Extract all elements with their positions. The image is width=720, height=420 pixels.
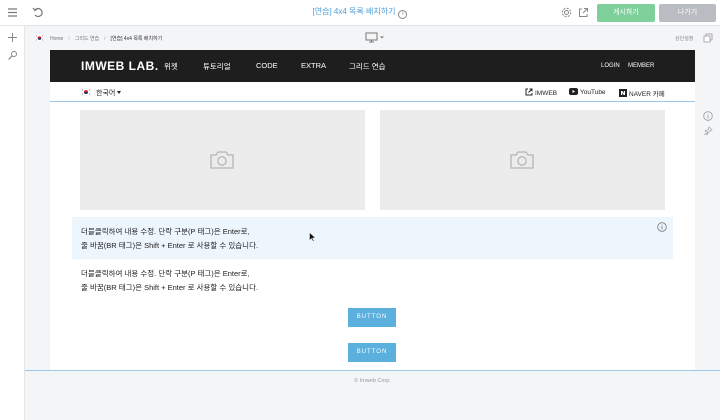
editor-topbar: [연습] 4x4 목록 배치하기 i 게시하기 나가기 bbox=[0, 0, 720, 26]
language-selector[interactable]: 한국어 bbox=[96, 88, 122, 98]
external-link-icon[interactable] bbox=[578, 7, 589, 18]
wrench-icon[interactable] bbox=[7, 50, 18, 61]
youtube-link[interactable]: YouTube bbox=[569, 88, 606, 96]
nav-item-code[interactable]: CODE bbox=[256, 61, 278, 70]
breadcrumb-home[interactable]: Home bbox=[50, 36, 63, 42]
breadcrumb-current: [연습] 4x4 목록 배치하기 bbox=[110, 36, 163, 42]
site-logo[interactable]: IMWEB LAB. bbox=[81, 59, 159, 73]
mouse-cursor-icon bbox=[309, 232, 316, 242]
breadcrumb-section[interactable]: 그리드 연습 bbox=[75, 36, 99, 42]
camera-icon bbox=[210, 151, 234, 169]
left-tool-rail bbox=[0, 26, 25, 420]
desktop-icon[interactable] bbox=[365, 32, 385, 43]
info-icon[interactable]: i bbox=[398, 10, 408, 19]
nav-item-tutorial[interactable]: 튜토리얼 bbox=[203, 61, 231, 72]
imweb-link[interactable]: IMWEB bbox=[525, 88, 557, 97]
button-2[interactable]: BUTTON bbox=[348, 343, 396, 362]
text-line: 줄 바꿈(BR 태그)은 Shift + Enter 로 사용할 수 있습니다. bbox=[81, 241, 259, 250]
camera-icon bbox=[510, 151, 534, 169]
site-header: IMWEB LAB. 위젯 튜토리얼 CODE EXTRA 그리드 연습 LOG… bbox=[50, 50, 695, 82]
nav-item-grid-practice[interactable]: 그리드 연습 bbox=[349, 61, 386, 72]
image-placeholder[interactable] bbox=[80, 110, 365, 210]
breadcrumb-bar: Home / 그리드 연습 / [연습] 4x4 목록 배치하기 상단설정 bbox=[25, 26, 720, 50]
youtube-icon bbox=[569, 88, 578, 95]
image-placeholder[interactable] bbox=[380, 110, 665, 210]
text-block-selected[interactable]: 더블클릭하여 내용 수정. 단락 구분(P 태그)은 Enter로, 줄 바꿈(… bbox=[72, 217, 673, 259]
flag-icon bbox=[81, 88, 91, 96]
naver-cafe-link-label: NAVER 카페 bbox=[629, 91, 665, 98]
publish-button[interactable]: 게시하기 bbox=[597, 4, 655, 22]
nav-item-widget[interactable]: 위젯 bbox=[164, 61, 178, 72]
language-label: 한국어 bbox=[96, 90, 116, 97]
imweb-link-label: IMWEB bbox=[535, 90, 558, 97]
top-settings-link[interactable]: 상단설정 bbox=[675, 35, 693, 42]
breadcrumb: Home / 그리드 연습 / [연습] 4x4 목록 배치하기 bbox=[50, 36, 163, 42]
text-block[interactable]: 더블클릭하여 내용 수정. 단락 구분(P 태그)은 Enter로, 줄 바꿈(… bbox=[72, 259, 673, 301]
document-title-text: [연습] 4x4 목록 배치하기 bbox=[312, 7, 396, 16]
text-line: 줄 바꿈(BR 태그)은 Shift + Enter 로 사용할 수 있습니다. bbox=[81, 283, 259, 292]
login-link[interactable]: LOGIN bbox=[601, 63, 620, 69]
page-canvas: IMWEB LAB. 위젯 튜토리얼 CODE EXTRA 그리드 연습 LOG… bbox=[50, 50, 695, 370]
site-subbar: 한국어 IMWEB YouTube NAVER 카페 bbox=[50, 82, 695, 102]
naver-cafe-link[interactable]: NAVER 카페 bbox=[619, 88, 665, 98]
external-link-icon bbox=[525, 88, 533, 96]
flag-icon[interactable] bbox=[35, 34, 44, 42]
button-1[interactable]: BUTTON bbox=[348, 308, 396, 327]
footer-divider bbox=[25, 370, 720, 371]
info-icon[interactable] bbox=[657, 222, 667, 232]
plus-icon[interactable] bbox=[7, 32, 18, 43]
pin-icon[interactable] bbox=[703, 126, 713, 136]
member-link[interactable]: MEMBER bbox=[628, 63, 654, 69]
youtube-link-label: YouTube bbox=[580, 89, 606, 96]
info-icon[interactable] bbox=[703, 111, 713, 121]
exit-button[interactable]: 나가기 bbox=[659, 4, 716, 22]
chevron-down-icon bbox=[117, 91, 122, 94]
footer-copyright: © Imweb Corp. bbox=[354, 378, 391, 384]
naver-icon bbox=[619, 89, 627, 97]
text-line: 더블클릭하여 내용 수정. 단락 구분(P 태그)은 Enter로, bbox=[81, 227, 250, 236]
gear-icon[interactable] bbox=[561, 7, 572, 18]
text-line: 더블클릭하여 내용 수정. 단락 구분(P 태그)은 Enter로, bbox=[81, 269, 250, 278]
nav-item-extra[interactable]: EXTRA bbox=[301, 61, 326, 70]
copy-icon[interactable] bbox=[703, 33, 713, 43]
